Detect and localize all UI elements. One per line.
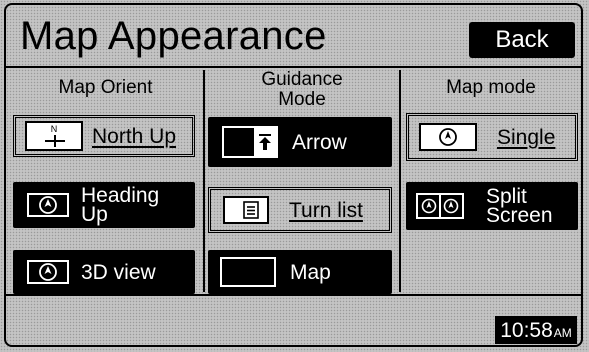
map-appearance-screen: Map Appearance Back Map Orient Guidance … xyxy=(0,0,589,352)
arrow-button[interactable]: Arrow xyxy=(208,117,392,167)
north-up-label: North Up xyxy=(92,124,177,148)
guidance-arrow-panel xyxy=(254,128,276,156)
split-screen-label: Split Screen xyxy=(486,186,553,227)
guidance-header-line-1: Guidance xyxy=(261,69,343,90)
split-screen-button[interactable]: Split Screen xyxy=(406,182,578,230)
3d-compass-glyph xyxy=(39,263,57,281)
clock-ampm: AM xyxy=(553,326,572,340)
north-arrow-glyph xyxy=(45,135,65,147)
north-up-button[interactable]: N North Up xyxy=(13,115,195,157)
single-label: Single xyxy=(497,125,556,149)
north-arrow-icon: N xyxy=(25,121,83,151)
guidance-mode-header: Guidance Mode xyxy=(205,70,399,110)
guidance-header-line-2: Mode xyxy=(278,89,326,110)
split-screen-line-2: Screen xyxy=(486,204,553,227)
single-compass-glyph xyxy=(439,128,457,146)
heading-compass-glyph xyxy=(39,196,57,214)
single-button[interactable]: Single xyxy=(406,113,578,161)
list-glyph xyxy=(243,201,259,219)
page-title: Map Appearance xyxy=(20,14,327,58)
split-compass-glyph xyxy=(421,195,459,217)
arrow-label: Arrow xyxy=(292,130,347,154)
footer-divider xyxy=(6,294,581,296)
3d-view-label: 3D view xyxy=(81,260,156,284)
3d-view-button[interactable]: 3D view xyxy=(13,250,195,294)
map-orient-header: Map Orient xyxy=(58,77,153,98)
back-button[interactable]: Back xyxy=(469,22,575,58)
header-divider xyxy=(6,66,581,68)
list-icon xyxy=(223,196,269,224)
single-map-icon xyxy=(419,123,477,151)
map-guidance-button[interactable]: Map xyxy=(208,250,392,294)
clock: 10:58 AM xyxy=(495,316,577,344)
map-guidance-label: Map xyxy=(290,260,331,284)
map-mode-header: Map mode xyxy=(446,77,536,98)
clock-time: 10:58 xyxy=(500,319,553,342)
split-map-icon xyxy=(416,193,464,219)
heading-compass-icon xyxy=(27,193,69,217)
guidance-arrow-icon xyxy=(222,126,278,158)
turn-list-button[interactable]: Turn list xyxy=(208,187,392,233)
guidance-arrow-glyph xyxy=(259,134,271,150)
heading-up-label: Heading Up xyxy=(81,185,159,226)
heading-up-button[interactable]: Heading Up xyxy=(13,182,195,228)
heading-compass-icon xyxy=(27,260,69,284)
heading-up-line-2: Up xyxy=(81,203,108,226)
turn-list-label: Turn list xyxy=(289,198,363,222)
blank-map-icon xyxy=(220,257,276,287)
column-divider-right xyxy=(399,70,401,292)
